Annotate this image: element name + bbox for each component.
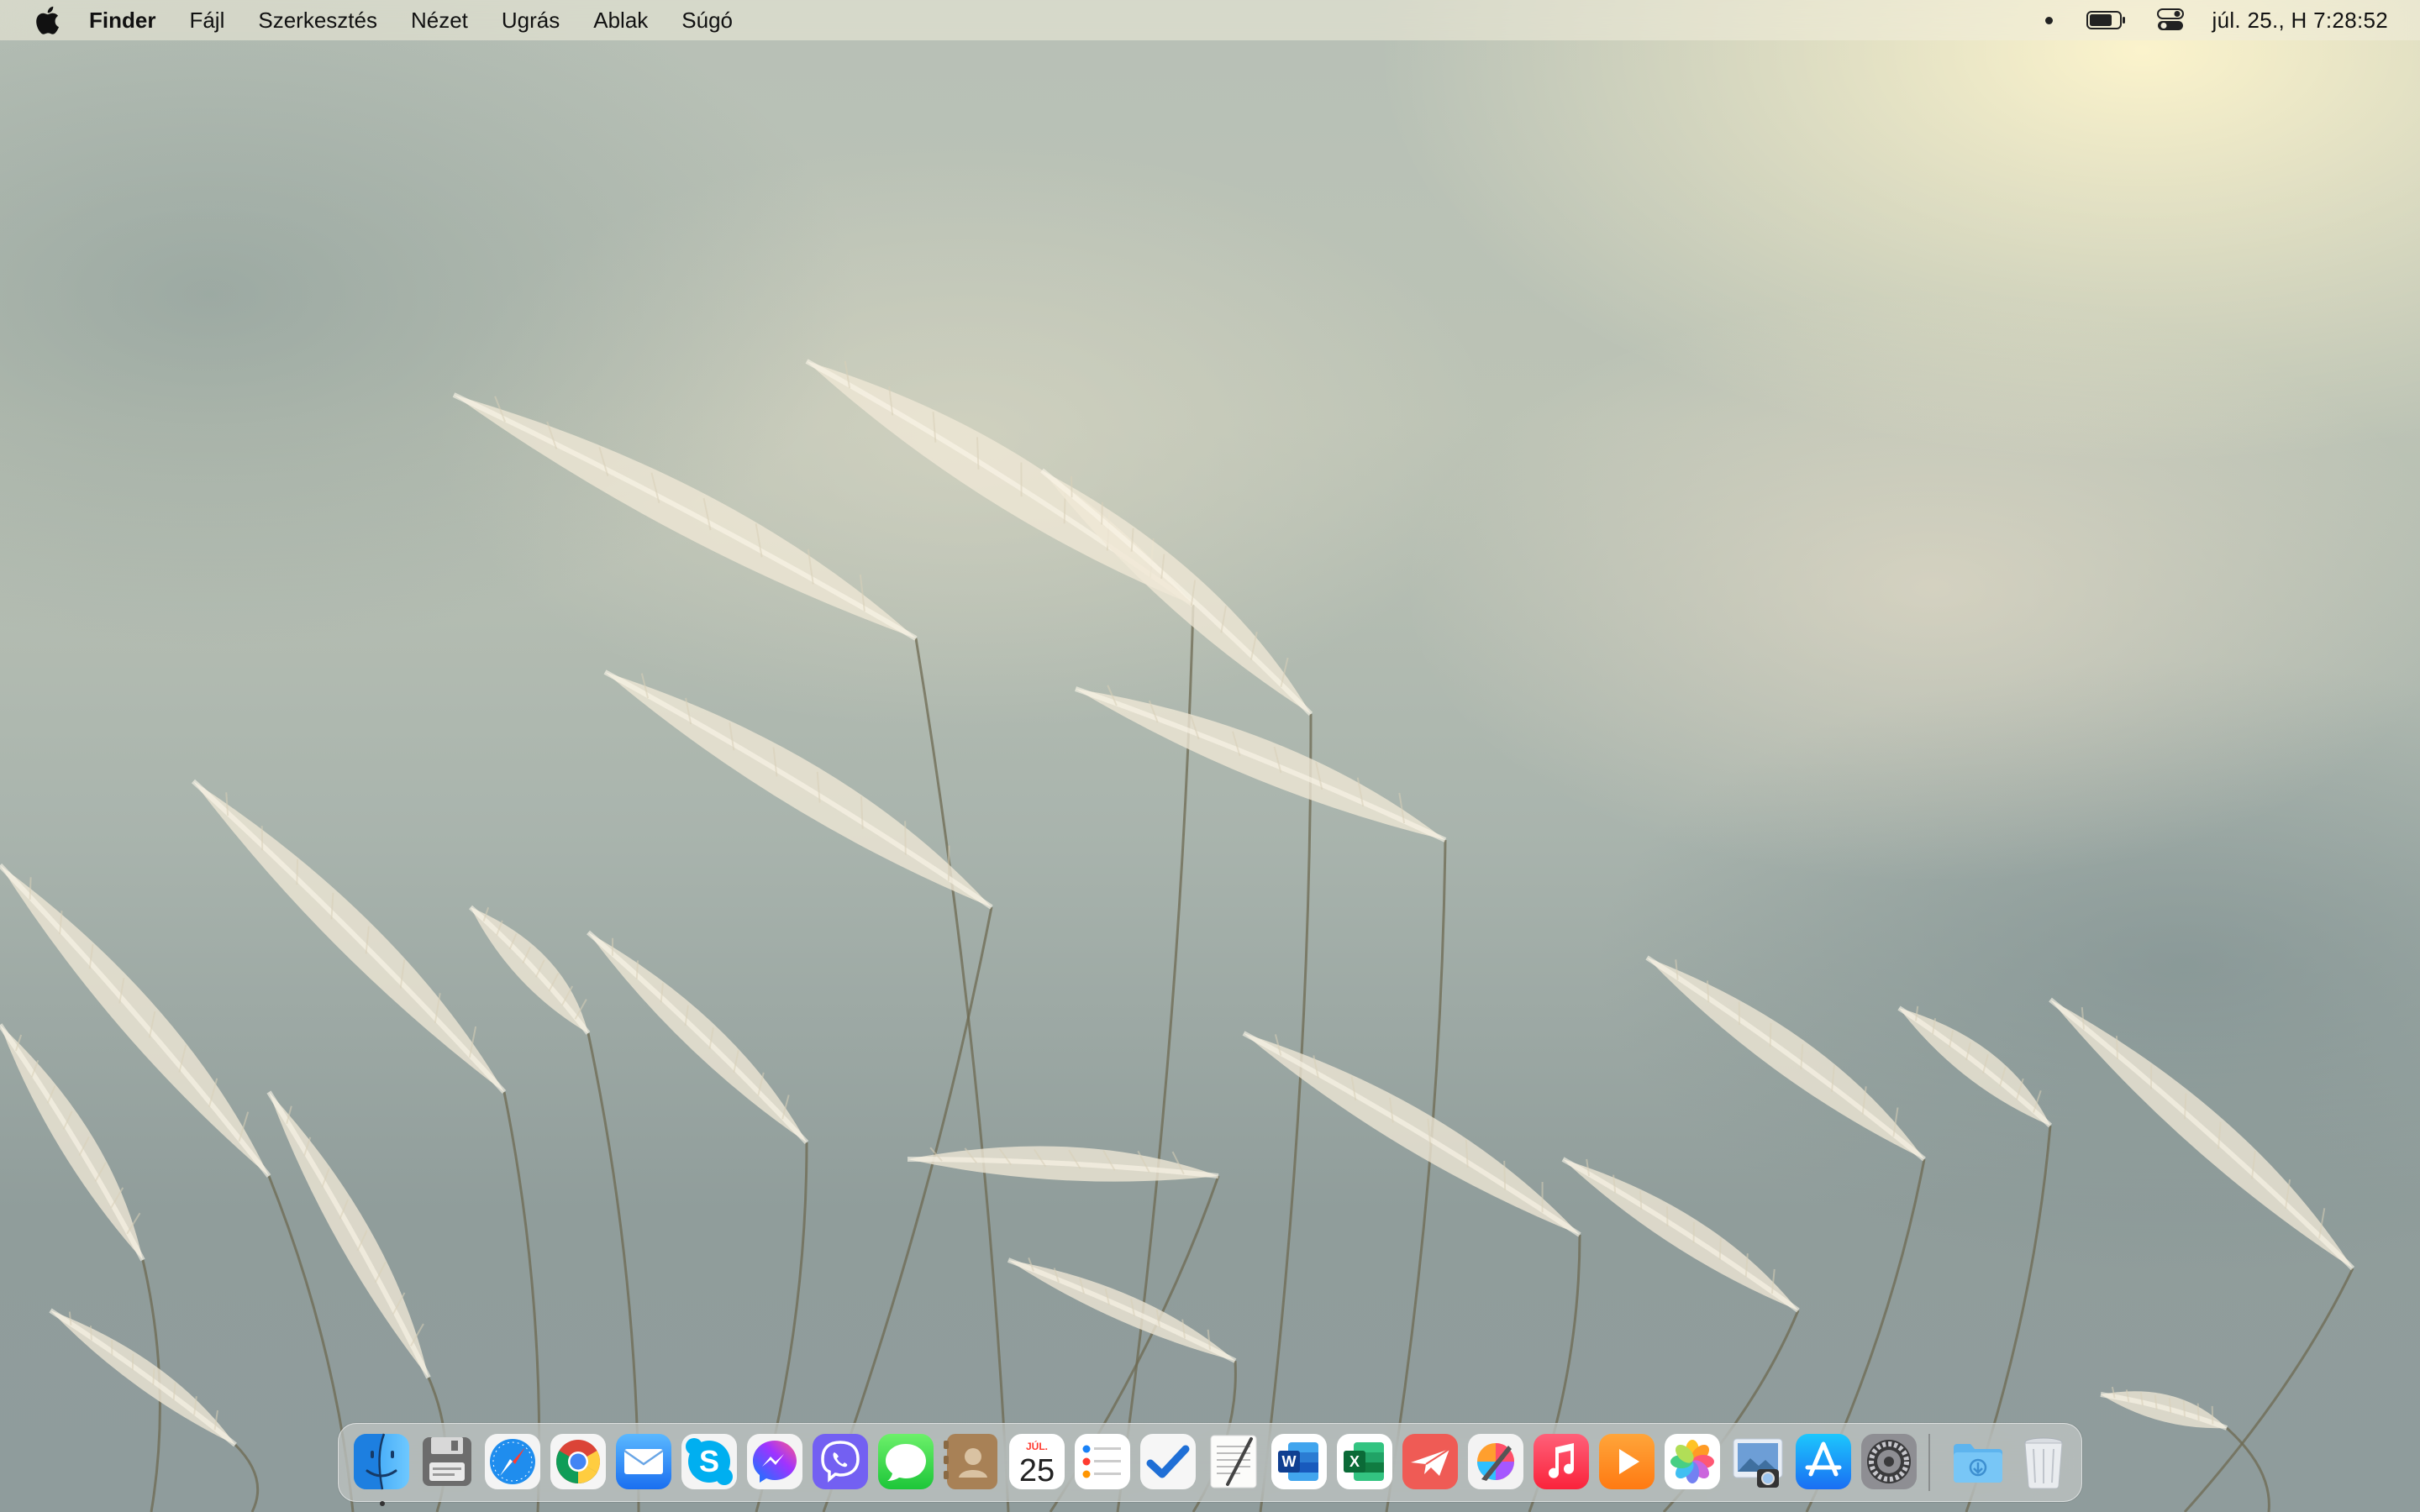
svg-text:W: W — [1282, 1453, 1297, 1470]
dock-tasks-icon[interactable] — [1137, 1431, 1199, 1493]
dock-trash-icon[interactable] — [2012, 1431, 2075, 1493]
menu-window[interactable]: Ablak — [593, 8, 648, 34]
status-dot-icon[interactable] — [2044, 16, 2053, 24]
dock-disk-utility-icon[interactable] — [416, 1431, 478, 1493]
dock-infuse-icon[interactable] — [1596, 1431, 1658, 1493]
calendar-day-label: 25 — [1019, 1453, 1055, 1488]
menu-go[interactable]: Ugrás — [502, 8, 560, 34]
svg-text:X: X — [1349, 1453, 1360, 1470]
apple-logo-icon[interactable] — [30, 3, 64, 37]
desktop-wallpaper — [0, 0, 2420, 1512]
svg-text:S: S — [699, 1444, 719, 1478]
menu-bar: Finder Fájl Szerkesztés Nézet Ugrás Abla… — [0, 0, 2420, 40]
dock-safari-icon[interactable] — [481, 1431, 544, 1493]
calendar-month-label: JÚL. — [1026, 1440, 1048, 1452]
finder-running-indicator — [380, 1501, 385, 1506]
dock-viber-icon[interactable] — [809, 1431, 871, 1493]
dock-pixelmator-icon[interactable] — [1465, 1431, 1527, 1493]
dock-system-preferences-icon[interactable] — [1858, 1431, 1920, 1493]
menu-edit[interactable]: Szerkesztés — [258, 8, 377, 34]
dock-chrome-icon[interactable] — [547, 1431, 609, 1493]
menu-file[interactable]: Fájl — [189, 8, 224, 34]
menu-view[interactable]: Nézet — [411, 8, 468, 34]
dock-airmail-icon[interactable] — [1399, 1431, 1461, 1493]
dock-preview-icon[interactable] — [1727, 1431, 1789, 1493]
dock-textedit-icon[interactable] — [1202, 1431, 1265, 1493]
dock-calendar-icon[interactable]: JÚL. 25 — [1006, 1431, 1068, 1493]
menu-bar-status-area: júl. 25., H 7:28:52 — [2044, 0, 2389, 40]
battery-icon[interactable] — [2086, 11, 2127, 29]
dock-reminders-icon[interactable] — [1071, 1431, 1134, 1493]
dock-music-icon[interactable] — [1530, 1431, 1592, 1493]
dock-separator — [1928, 1434, 1930, 1491]
menu-app-finder[interactable]: Finder — [89, 8, 155, 34]
dock-word-icon[interactable]: W — [1268, 1431, 1330, 1493]
dock: S JÚL. 25 W X — [338, 1423, 2082, 1506]
dock-skype-icon[interactable]: S — [678, 1431, 740, 1493]
dock-excel-icon[interactable]: X — [1334, 1431, 1396, 1493]
dock-photos-icon[interactable] — [1661, 1431, 1723, 1493]
dock-mail-icon[interactable] — [613, 1431, 675, 1493]
wallpaper-pampas-grass — [0, 359, 2355, 1512]
control-center-icon[interactable] — [2156, 8, 2184, 32]
dock-contacts-icon[interactable] — [940, 1431, 1002, 1493]
dock-finder-icon[interactable] — [350, 1431, 413, 1506]
dock-downloads-stack-icon[interactable] — [1947, 1431, 2009, 1493]
dock-messenger-icon[interactable] — [744, 1431, 806, 1493]
menu-bar-clock[interactable]: júl. 25., H 7:28:52 — [2212, 8, 2389, 34]
menu-help[interactable]: Súgó — [681, 8, 733, 34]
dock-app-store-icon[interactable] — [1792, 1431, 1854, 1493]
dock-messages-icon[interactable] — [875, 1431, 937, 1493]
